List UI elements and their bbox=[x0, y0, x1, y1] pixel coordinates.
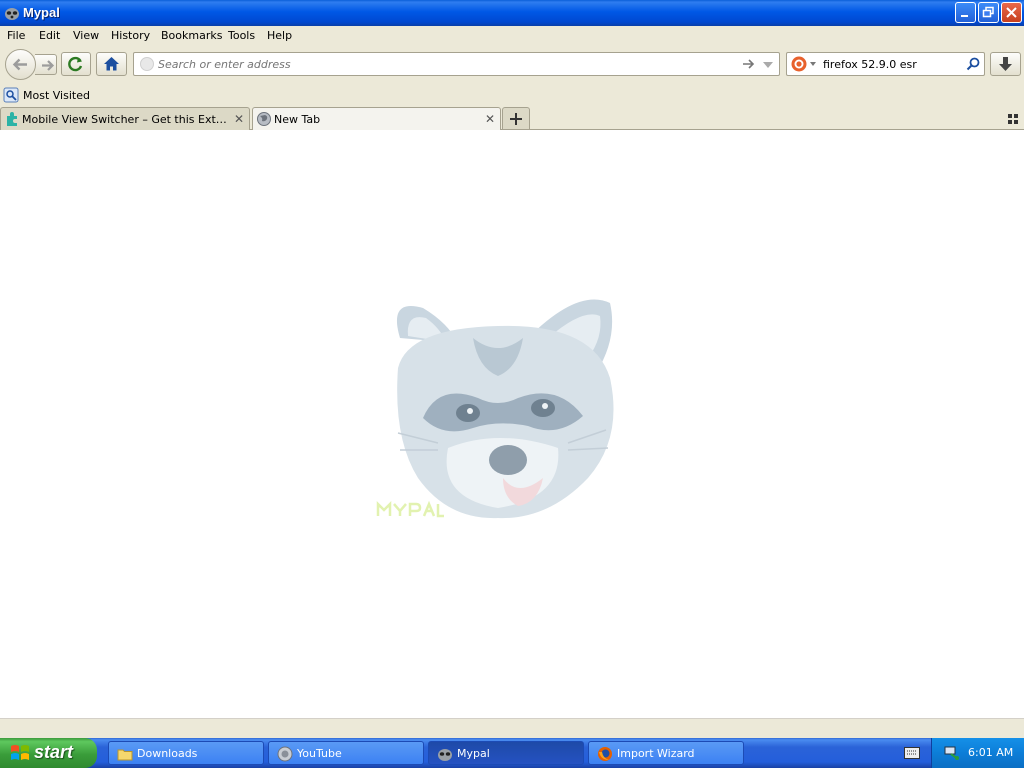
most-visited-folder-icon bbox=[3, 87, 19, 103]
forward-button[interactable] bbox=[35, 54, 57, 75]
menu-file[interactable]: File bbox=[7, 29, 25, 42]
menu-history[interactable]: History bbox=[111, 29, 150, 42]
menu-tools[interactable]: Tools bbox=[228, 29, 255, 42]
firefox-icon bbox=[598, 747, 612, 761]
taskbar-item-label: YouTube bbox=[297, 747, 342, 760]
navigation-toolbar: firefox 52.9.0 esr bbox=[0, 46, 1024, 84]
mypal-raccoon-logo bbox=[396, 299, 614, 519]
taskbar: start Downloads YouTube Mypal Import Wiz… bbox=[0, 738, 1024, 768]
start-label: start bbox=[34, 742, 74, 762]
mypal-raccoon-icon bbox=[438, 749, 452, 761]
puzzle-piece-icon bbox=[7, 112, 17, 126]
keyboard-icon[interactable] bbox=[904, 747, 920, 759]
windows-logo-icon bbox=[11, 745, 29, 760]
taskbar-item-mypal[interactable]: Mypal bbox=[428, 741, 584, 765]
url-input[interactable] bbox=[158, 56, 738, 72]
system-tray: 6:01 AM bbox=[931, 738, 1024, 768]
clock: 6:01 AM bbox=[968, 746, 1014, 759]
browser-globe-icon bbox=[277, 746, 293, 762]
taskbar-item-label: Downloads bbox=[137, 747, 198, 760]
home-button[interactable] bbox=[96, 52, 127, 76]
search-engine-icon[interactable] bbox=[789, 53, 817, 75]
tab-close-icon[interactable]: ✕ bbox=[485, 112, 495, 126]
restore-button[interactable] bbox=[978, 2, 999, 23]
menu-edit[interactable]: Edit bbox=[39, 29, 60, 42]
reload-button[interactable] bbox=[61, 52, 91, 76]
url-bar[interactable] bbox=[133, 52, 780, 76]
mypal-wordmark bbox=[376, 500, 444, 518]
back-forward-group bbox=[5, 49, 57, 80]
folder-icon bbox=[117, 749, 133, 761]
tab-close-icon[interactable]: ✕ bbox=[234, 112, 244, 126]
history-dropdown-icon[interactable] bbox=[762, 60, 774, 70]
globe-icon bbox=[257, 112, 271, 126]
all-tabs-grid-icon[interactable] bbox=[1008, 114, 1018, 124]
search-bar[interactable]: firefox 52.9.0 esr bbox=[786, 52, 985, 76]
window-title: Mypal bbox=[23, 5, 60, 20]
bookmarks-toolbar: Most Visited bbox=[0, 84, 1024, 106]
minimize-button[interactable] bbox=[955, 2, 976, 23]
taskbar-item-import-wizard[interactable]: Import Wizard bbox=[588, 741, 744, 765]
network-icon[interactable] bbox=[943, 744, 961, 762]
menu-view[interactable]: View bbox=[73, 29, 99, 42]
search-icon[interactable] bbox=[965, 56, 981, 72]
start-button[interactable]: start bbox=[0, 738, 97, 768]
tab-strip: Mobile View Switcher – Get this Extensio… bbox=[0, 106, 1024, 131]
status-bar bbox=[0, 718, 1024, 738]
taskbar-item-label: Mypal bbox=[457, 747, 490, 760]
tab-label: Mobile View Switcher – Get this Extensio… bbox=[22, 113, 227, 126]
tab-mobile-view-switcher[interactable]: Mobile View Switcher – Get this Extensio… bbox=[0, 107, 250, 130]
mypal-raccoon-icon bbox=[4, 5, 20, 21]
page-identity-icon bbox=[140, 57, 154, 71]
taskbar-item-label: Import Wizard bbox=[617, 747, 695, 760]
plus-icon bbox=[510, 113, 522, 125]
menu-bar: File Edit View History Bookmarks Tools H… bbox=[0, 26, 1024, 46]
go-arrow-icon[interactable] bbox=[742, 58, 756, 70]
downloads-button[interactable] bbox=[990, 52, 1021, 76]
most-visited-label: Most Visited bbox=[23, 89, 90, 102]
page-content bbox=[0, 130, 1024, 718]
menu-bookmarks[interactable]: Bookmarks bbox=[161, 29, 222, 42]
search-input[interactable]: firefox 52.9.0 esr bbox=[823, 58, 917, 71]
tab-label: New Tab bbox=[274, 113, 321, 126]
close-button[interactable] bbox=[1001, 2, 1022, 23]
title-bar[interactable]: Mypal bbox=[0, 0, 1024, 26]
menu-help[interactable]: Help bbox=[267, 29, 292, 42]
back-button[interactable] bbox=[5, 49, 36, 80]
tab-new-tab[interactable]: New Tab ✕ bbox=[252, 107, 501, 131]
taskbar-item-youtube[interactable]: YouTube bbox=[268, 741, 424, 765]
app-window: Mypal File Edit View History Bookmarks T… bbox=[0, 0, 1024, 768]
new-tab-button[interactable] bbox=[502, 107, 530, 129]
taskbar-item-downloads[interactable]: Downloads bbox=[108, 741, 264, 765]
